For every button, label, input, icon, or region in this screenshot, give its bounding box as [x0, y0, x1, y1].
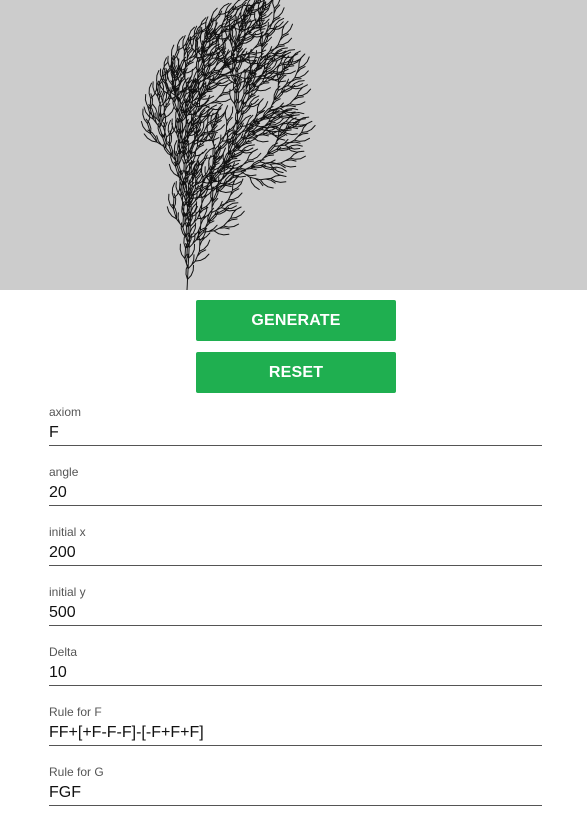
rule-f-field: Rule for F	[49, 705, 542, 765]
rule-g-label: Rule for G	[49, 765, 104, 779]
initial-y-field: initial y	[49, 585, 542, 645]
delta-field: Delta	[49, 645, 542, 705]
initial-x-field: initial x	[49, 525, 542, 585]
axiom-label: axiom	[49, 405, 82, 419]
delta-input[interactable]	[49, 661, 542, 686]
angle-label: angle	[49, 465, 79, 479]
lsystem-plant-drawing	[140, 0, 316, 290]
reset-button[interactable]: RESET	[196, 352, 396, 393]
angle-field: angle	[49, 465, 542, 525]
plant-branches	[140, 0, 316, 290]
initial-y-label: initial y	[49, 585, 86, 599]
rule-f-label: Rule for F	[49, 705, 102, 719]
axiom-field: axiom	[49, 405, 542, 465]
delta-label: Delta	[49, 645, 78, 659]
axiom-input[interactable]	[49, 421, 542, 446]
rule-g-field: Rule for G	[49, 765, 542, 825]
initial-x-label: initial x	[49, 525, 86, 539]
rule-f-input[interactable]	[49, 721, 542, 746]
initial-y-input[interactable]	[49, 601, 542, 626]
initial-x-input[interactable]	[49, 541, 542, 566]
generate-button[interactable]: GENERATE	[196, 300, 396, 341]
drawing-canvas	[0, 0, 587, 290]
angle-input[interactable]	[49, 481, 542, 506]
